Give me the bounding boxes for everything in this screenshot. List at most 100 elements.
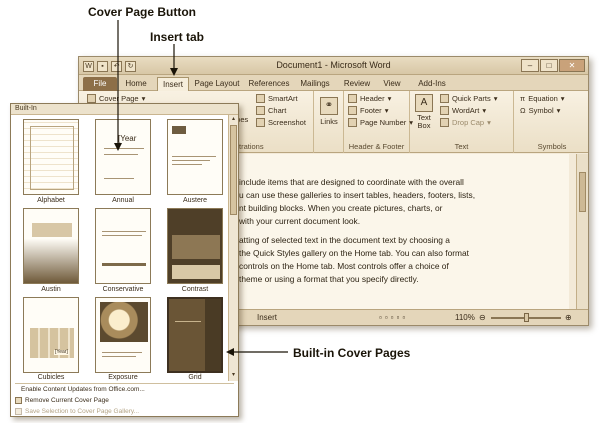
chart-icon xyxy=(256,106,265,115)
callout-insert-tab: Insert tab xyxy=(150,30,205,44)
footer-label: Footer xyxy=(360,106,382,115)
minimize-button[interactable]: – xyxy=(521,59,539,72)
equation-button[interactable]: π Equation ▾ xyxy=(520,94,565,103)
smartart-button[interactable]: SmartArt xyxy=(256,94,298,103)
links-label: Links xyxy=(320,117,338,126)
screenshot-icon xyxy=(256,118,265,127)
insert-mode[interactable]: Insert xyxy=(257,313,277,322)
cover-thumb-austere[interactable] xyxy=(167,119,223,195)
page-number-button[interactable]: Page Number ▾ xyxy=(348,118,413,127)
cover-page-icon xyxy=(87,94,96,103)
footer-button[interactable]: Footer ▾ xyxy=(348,106,388,115)
cover-page-label: Cover Page xyxy=(99,94,139,103)
scroll-up-icon[interactable]: ▴ xyxy=(230,116,237,123)
remove-page-icon xyxy=(15,397,22,404)
zoom-level[interactable]: 110% xyxy=(455,313,475,322)
quick-parts-icon xyxy=(440,94,449,103)
remove-cover-page-item[interactable]: Remove Current Cover Page xyxy=(11,397,238,404)
ribbon-tabs: File Home Insert Page Layout References … xyxy=(79,75,588,91)
close-button[interactable]: ✕ xyxy=(559,59,585,72)
link-icon: ⚭ xyxy=(320,97,338,115)
wordart-button[interactable]: WordArt ▾ xyxy=(440,106,486,115)
cover-thumb-contrast[interactable] xyxy=(167,208,223,284)
doc-line: with your current document look. xyxy=(239,216,361,226)
gallery-header: Built-In xyxy=(11,104,238,115)
tab-mailings[interactable]: Mailings xyxy=(297,77,333,91)
doc-line: theme or using a format that you specify… xyxy=(239,274,419,284)
scroll-down-icon[interactable]: ▾ xyxy=(230,372,237,379)
header-button[interactable]: Header ▾ xyxy=(348,94,391,103)
doc-line: nt building blocks. When you create pict… xyxy=(239,203,443,213)
title-bar: W ▪ ↶ ↻ Document1 - Microsoft Word – □ ✕ xyxy=(79,57,588,75)
tab-view[interactable]: View xyxy=(379,77,405,91)
chart-label: Chart xyxy=(268,106,287,115)
links-button[interactable]: ⚭ Links xyxy=(318,97,340,126)
chevron-down-icon: ▾ xyxy=(141,94,146,103)
tab-file[interactable]: File xyxy=(83,77,117,91)
zoom-out-icon[interactable]: ⊖ xyxy=(479,313,486,322)
cover-label: Austere xyxy=(182,197,208,204)
window-title: Document1 - Microsoft Word xyxy=(276,60,391,70)
cover-thumb-cubicles[interactable]: [Year] xyxy=(23,297,79,373)
tab-insert[interactable]: Insert xyxy=(157,77,189,91)
year-placeholder: [Year xyxy=(118,134,137,143)
scrollbar-thumb[interactable] xyxy=(579,172,586,212)
doc-line: controls on the Home tab. Most controls … xyxy=(239,261,449,271)
save-selection-icon xyxy=(15,408,22,415)
chart-button[interactable]: Chart xyxy=(256,106,286,115)
symbol-button[interactable]: Ω Symbol ▾ xyxy=(520,106,560,115)
cover-label: Austin xyxy=(41,286,61,293)
wordart-label: WordArt xyxy=(452,106,480,115)
tab-home[interactable]: Home xyxy=(121,77,151,91)
symbol-label: Symbol xyxy=(528,106,554,115)
document-scrollbar[interactable] xyxy=(576,154,588,310)
document-body[interactable]: include items that are designed to coord… xyxy=(239,154,569,310)
tab-references[interactable]: References xyxy=(247,77,291,91)
cover-label: Conservative xyxy=(102,286,144,293)
cover-label: Alphabet xyxy=(37,197,65,204)
drop-cap-button[interactable]: Drop Cap ▾ xyxy=(440,118,491,127)
screenshot-label: Screenshot xyxy=(268,118,306,127)
cover-thumb-austin[interactable] xyxy=(23,208,79,284)
cover-label: Exposure xyxy=(108,374,138,381)
text-box-button[interactable]: A Text Box xyxy=(413,94,435,130)
cover-thumb-conservative[interactable] xyxy=(95,208,151,284)
drop-cap-label: Drop Cap xyxy=(452,118,485,127)
cover-label: Cubicles xyxy=(37,374,65,381)
view-buttons[interactable]: ▫▫▫▫▫ xyxy=(379,313,408,322)
zoom-slider-knob[interactable] xyxy=(524,313,529,322)
doc-line: include items that are designed to coord… xyxy=(239,177,464,187)
cover-thumb-grid[interactable] xyxy=(167,297,223,373)
cover-thumb-exposure[interactable] xyxy=(95,297,151,373)
tab-add-ins[interactable]: Add-Ins xyxy=(413,77,451,91)
maximize-button[interactable]: □ xyxy=(540,59,558,72)
cover-thumb-annual[interactable]: [Year xyxy=(95,119,151,195)
drop-cap-icon xyxy=(440,118,449,127)
text-box-icon: A xyxy=(415,94,433,112)
quick-parts-label: Quick Parts xyxy=(452,94,491,103)
omega-icon: Ω xyxy=(520,106,526,115)
cover-thumb-alphabet[interactable] xyxy=(23,119,79,195)
gallery-scroll-thumb[interactable] xyxy=(230,125,237,215)
group-header-footer: Header ▾ Footer ▾ Page Number ▾ Header & Fo… xyxy=(344,91,413,153)
quick-parts-button[interactable]: Quick Parts ▾ xyxy=(440,94,498,103)
enable-content-updates-item[interactable]: Enable Content Updates from Office.com..… xyxy=(11,386,238,393)
group-symbols: π Equation ▾ Ω Symbol ▾ Symbols xyxy=(514,91,590,153)
group-header-footer-label: Header & Footer xyxy=(348,142,405,151)
gallery-scrollbar[interactable]: ▴ ▾ xyxy=(228,115,238,381)
cover-page-button[interactable]: Cover Page ▾ xyxy=(87,94,145,103)
header-icon xyxy=(348,94,357,103)
doc-line: the Quick Styles gallery on the Home tab… xyxy=(239,248,469,258)
gallery-separator xyxy=(15,383,234,384)
zoom-in-icon[interactable]: ⊕ xyxy=(565,313,572,322)
pi-icon: π xyxy=(520,94,526,103)
tab-page-layout[interactable]: Page Layout xyxy=(193,77,241,91)
save-selection-item[interactable]: Save Selection to Cover Page Gallery... xyxy=(11,408,238,415)
callout-cover-page-button: Cover Page Button xyxy=(88,5,197,19)
cover-page-gallery: Built-In ▴ ▾ Alphabet [Year Annual Auste… xyxy=(10,103,239,417)
screenshot-button[interactable]: Screenshot xyxy=(256,118,306,127)
footer-icon xyxy=(348,106,357,115)
group-text: A Text Box Quick Parts ▾ WordArt ▾ Drop Ca… xyxy=(410,91,514,153)
cover-label: Grid xyxy=(188,374,202,381)
tab-review[interactable]: Review xyxy=(341,77,373,91)
